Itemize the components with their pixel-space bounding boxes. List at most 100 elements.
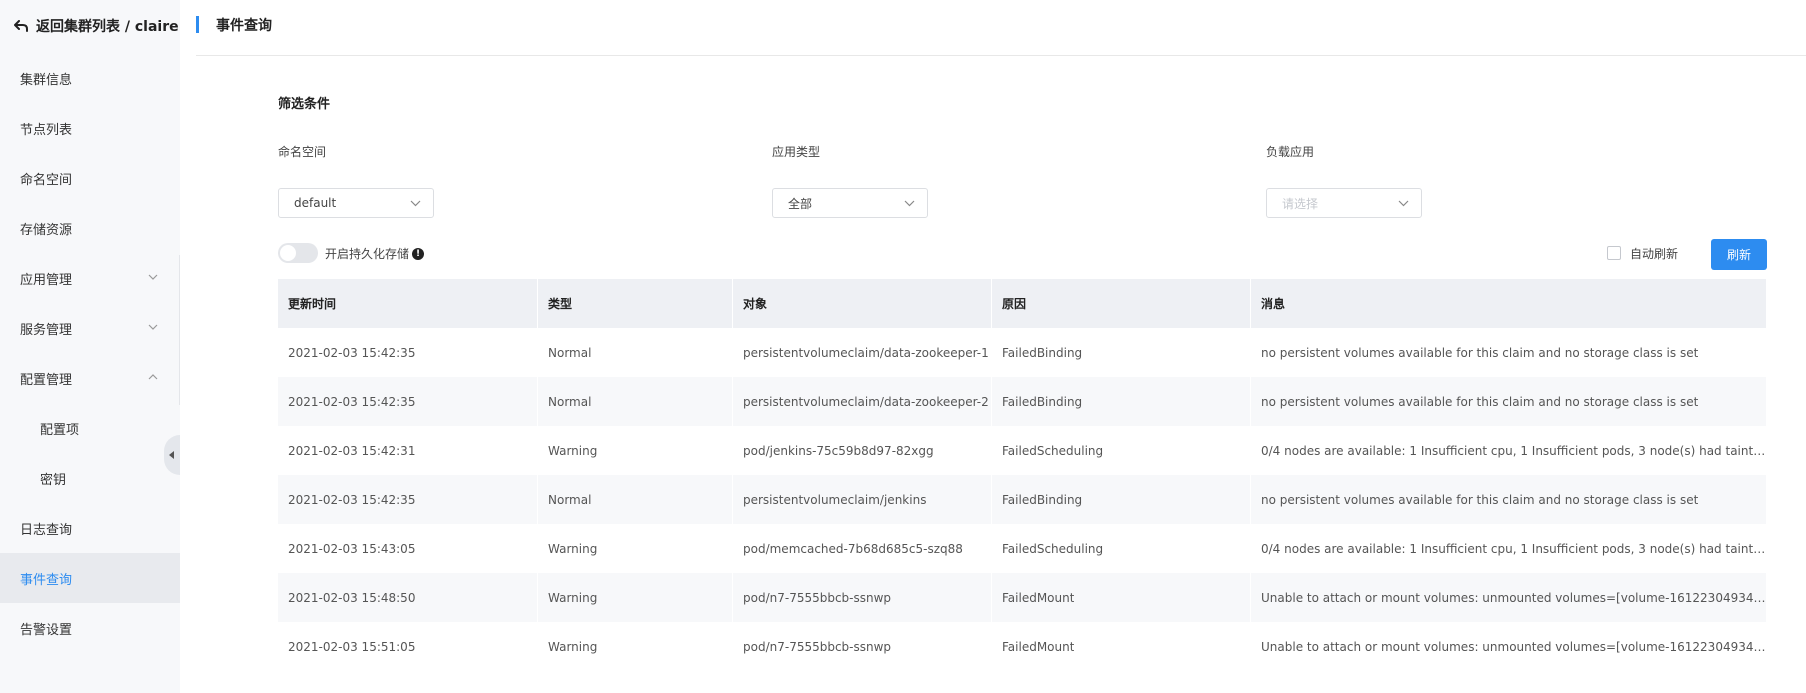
refresh-button[interactable]: 刷新: [1711, 239, 1767, 270]
sidebar-item-config-management[interactable]: 配置管理: [0, 353, 180, 403]
sidebar-item-label: 节点列表: [20, 122, 73, 138]
cell-reason: FailedBinding: [992, 377, 1251, 426]
cell-object-text: pod/n7-7555bbcb-ssnwp: [743, 639, 892, 654]
cell-message: no persistent volumes available for this…: [1251, 328, 1766, 377]
table-row[interactable]: 2021-02-03 15:51:05 Warning pod/n7-7555bbc…: [278, 622, 1766, 671]
cell-message: Unable to attach or mount volumes: unmou…: [1251, 573, 1766, 622]
header-accent-bar: [196, 16, 199, 33]
sidebar-item-event-query[interactable]: 事件查询: [0, 553, 180, 603]
column-header-reason[interactable]: 原因: [992, 279, 1251, 328]
chevron-down-icon: [410, 200, 421, 207]
sidebar-item-label: 存储资源: [20, 222, 73, 238]
cell-reason: FailedMount: [992, 622, 1251, 671]
sidebar-divider: [179, 255, 180, 405]
info-icon[interactable]: !: [412, 247, 425, 260]
namespace-select[interactable]: default: [278, 188, 434, 218]
sidebar-item-alert-settings[interactable]: 告警设置: [0, 603, 180, 653]
persist-storage-label-wrap: 开启持久化存储 !: [325, 245, 425, 262]
cell-message-text: 0/4 nodes are available: 1 Insufficient …: [1261, 443, 1766, 458]
cell-message-text: no persistent volumes available for this…: [1261, 345, 1699, 360]
persist-storage-label: 开启持久化存储: [325, 247, 410, 261]
table-row[interactable]: 2021-02-03 15:48:50 Warning pod/n7-7555bbc…: [278, 573, 1766, 622]
column-header-type[interactable]: 类型: [538, 279, 733, 328]
workload-select-placeholder: 请选择: [1282, 196, 1319, 211]
cell-updated-time: 2021-02-03 15:43:05: [278, 524, 538, 573]
cell-type-text: Warning: [548, 443, 598, 458]
cell-message-text: Unable to attach or mount volumes: unmou…: [1261, 639, 1766, 654]
table-row[interactable]: 2021-02-03 15:42:31 Warning pod/jenkins-75…: [278, 426, 1766, 475]
workload-label: 负载应用: [1266, 145, 1315, 159]
sidebar-item-secrets[interactable]: 密钥: [0, 453, 180, 503]
chevron-down-icon: [148, 274, 158, 280]
back-arrow-icon: [14, 20, 28, 32]
cell-object-text: persistentvolumeclaim/data-zookeeper-2: [743, 394, 989, 409]
sidebar-item-namespaces[interactable]: 命名空间: [0, 153, 180, 203]
cell-object: pod/memcached-7b68d685c5-szq88: [733, 524, 992, 573]
cell-reason-text: FailedMount: [1002, 639, 1075, 654]
cell-reason-text: FailedScheduling: [1002, 541, 1104, 556]
cell-type-text: Warning: [548, 590, 598, 605]
sidebar-item-label: 密钥: [40, 472, 67, 488]
cell-message: no persistent volumes available for this…: [1251, 377, 1766, 426]
table-row[interactable]: 2021-02-03 15:42:35 Normal persistentvolum…: [278, 328, 1766, 377]
sidebar-item-label: 告警设置: [20, 622, 73, 638]
cell-object: persistentvolumeclaim/jenkins: [733, 475, 992, 524]
namespace-select-value: default: [294, 196, 337, 210]
sidebar-item-label: 配置项: [40, 422, 80, 438]
back-label: 返回集群列表 / claire: [36, 19, 179, 35]
back-to-cluster-list-link[interactable]: 返回集群列表 / claire: [14, 14, 179, 38]
chevron-down-icon: [148, 324, 158, 330]
events-table: 更新时间 类型 对象 原因 消息 2021-02-03 15:42:35 Norm…: [278, 279, 1766, 671]
filter-section-title: 筛选条件: [278, 97, 331, 112]
column-header-message[interactable]: 消息: [1251, 279, 1766, 328]
chevron-down-icon: [904, 200, 915, 207]
cell-updated-time-text: 2021-02-03 15:42:35: [288, 394, 416, 409]
cell-reason-text: FailedMount: [1002, 590, 1075, 605]
cell-object: pod/n7-7555bbcb-ssnwp: [733, 573, 992, 622]
sidebar: 返回集群列表 / claire 集群信息 节点列表 命名空间 存储资源 应用管理…: [0, 0, 180, 693]
workload-select[interactable]: 请选择: [1266, 188, 1422, 218]
cell-object-text: pod/n7-7555bbcb-ssnwp: [743, 590, 892, 605]
cell-type: Normal: [538, 475, 733, 524]
cell-message: Unable to attach or mount volumes: unmou…: [1251, 622, 1766, 671]
cell-message-text: no persistent volumes available for this…: [1261, 394, 1699, 409]
sidebar-item-app-management[interactable]: 应用管理: [0, 253, 180, 303]
sidebar-item-label: 应用管理: [20, 272, 73, 288]
cell-reason-text: FailedBinding: [1002, 492, 1083, 507]
cell-type-text: Normal: [548, 345, 592, 360]
column-header-object[interactable]: 对象: [733, 279, 992, 328]
table-body: 2021-02-03 15:42:35 Normal persistentvolum…: [278, 328, 1766, 671]
cell-type: Normal: [538, 377, 733, 426]
sidebar-item-service-management[interactable]: 服务管理: [0, 303, 180, 353]
auto-refresh-checkbox[interactable]: [1607, 246, 1621, 260]
cell-object: persistentvolumeclaim/data-zookeeper-1: [733, 328, 992, 377]
sidebar-item-config-items[interactable]: 配置项: [0, 403, 180, 453]
cell-type: Warning: [538, 426, 733, 475]
sidebar-item-label: 配置管理: [20, 372, 73, 388]
table-row[interactable]: 2021-02-03 15:42:35 Normal persistentvolum…: [278, 475, 1766, 524]
sidebar-item-label: 集群信息: [20, 72, 73, 88]
cell-type: Warning: [538, 622, 733, 671]
cell-message-text: Unable to attach or mount volumes: unmou…: [1261, 590, 1766, 605]
cell-object-text: persistentvolumeclaim/data-zookeeper-1: [743, 345, 989, 360]
app-type-select[interactable]: 全部: [772, 188, 928, 218]
cell-updated-time-text: 2021-02-03 15:42:35: [288, 492, 416, 507]
cell-type-text: Warning: [548, 639, 598, 654]
cell-updated-time-text: 2021-02-03 15:42:31: [288, 443, 416, 458]
column-header-updated-time[interactable]: 更新时间: [278, 279, 538, 328]
sidebar-item-node-list[interactable]: 节点列表: [0, 103, 180, 153]
app-type-label: 应用类型: [772, 145, 821, 159]
persist-storage-toggle[interactable]: [278, 243, 318, 263]
cell-object: pod/n7-7555bbcb-ssnwp: [733, 622, 992, 671]
cell-reason: FailedMount: [992, 573, 1251, 622]
sidebar-item-cluster-info[interactable]: 集群信息: [0, 53, 180, 103]
cell-type-text: Normal: [548, 394, 592, 409]
page-title: 事件查询: [216, 18, 272, 34]
cell-updated-time-text: 2021-02-03 15:48:50: [288, 590, 416, 605]
sidebar-item-log-query[interactable]: 日志查询: [0, 503, 180, 553]
table-row[interactable]: 2021-02-03 15:43:05 Warning pod/memcached-…: [278, 524, 1766, 573]
table-row[interactable]: 2021-02-03 15:42:35 Normal persistentvolum…: [278, 377, 1766, 426]
cell-type: Normal: [538, 328, 733, 377]
cell-reason: FailedBinding: [992, 328, 1251, 377]
sidebar-item-storage[interactable]: 存储资源: [0, 203, 180, 253]
